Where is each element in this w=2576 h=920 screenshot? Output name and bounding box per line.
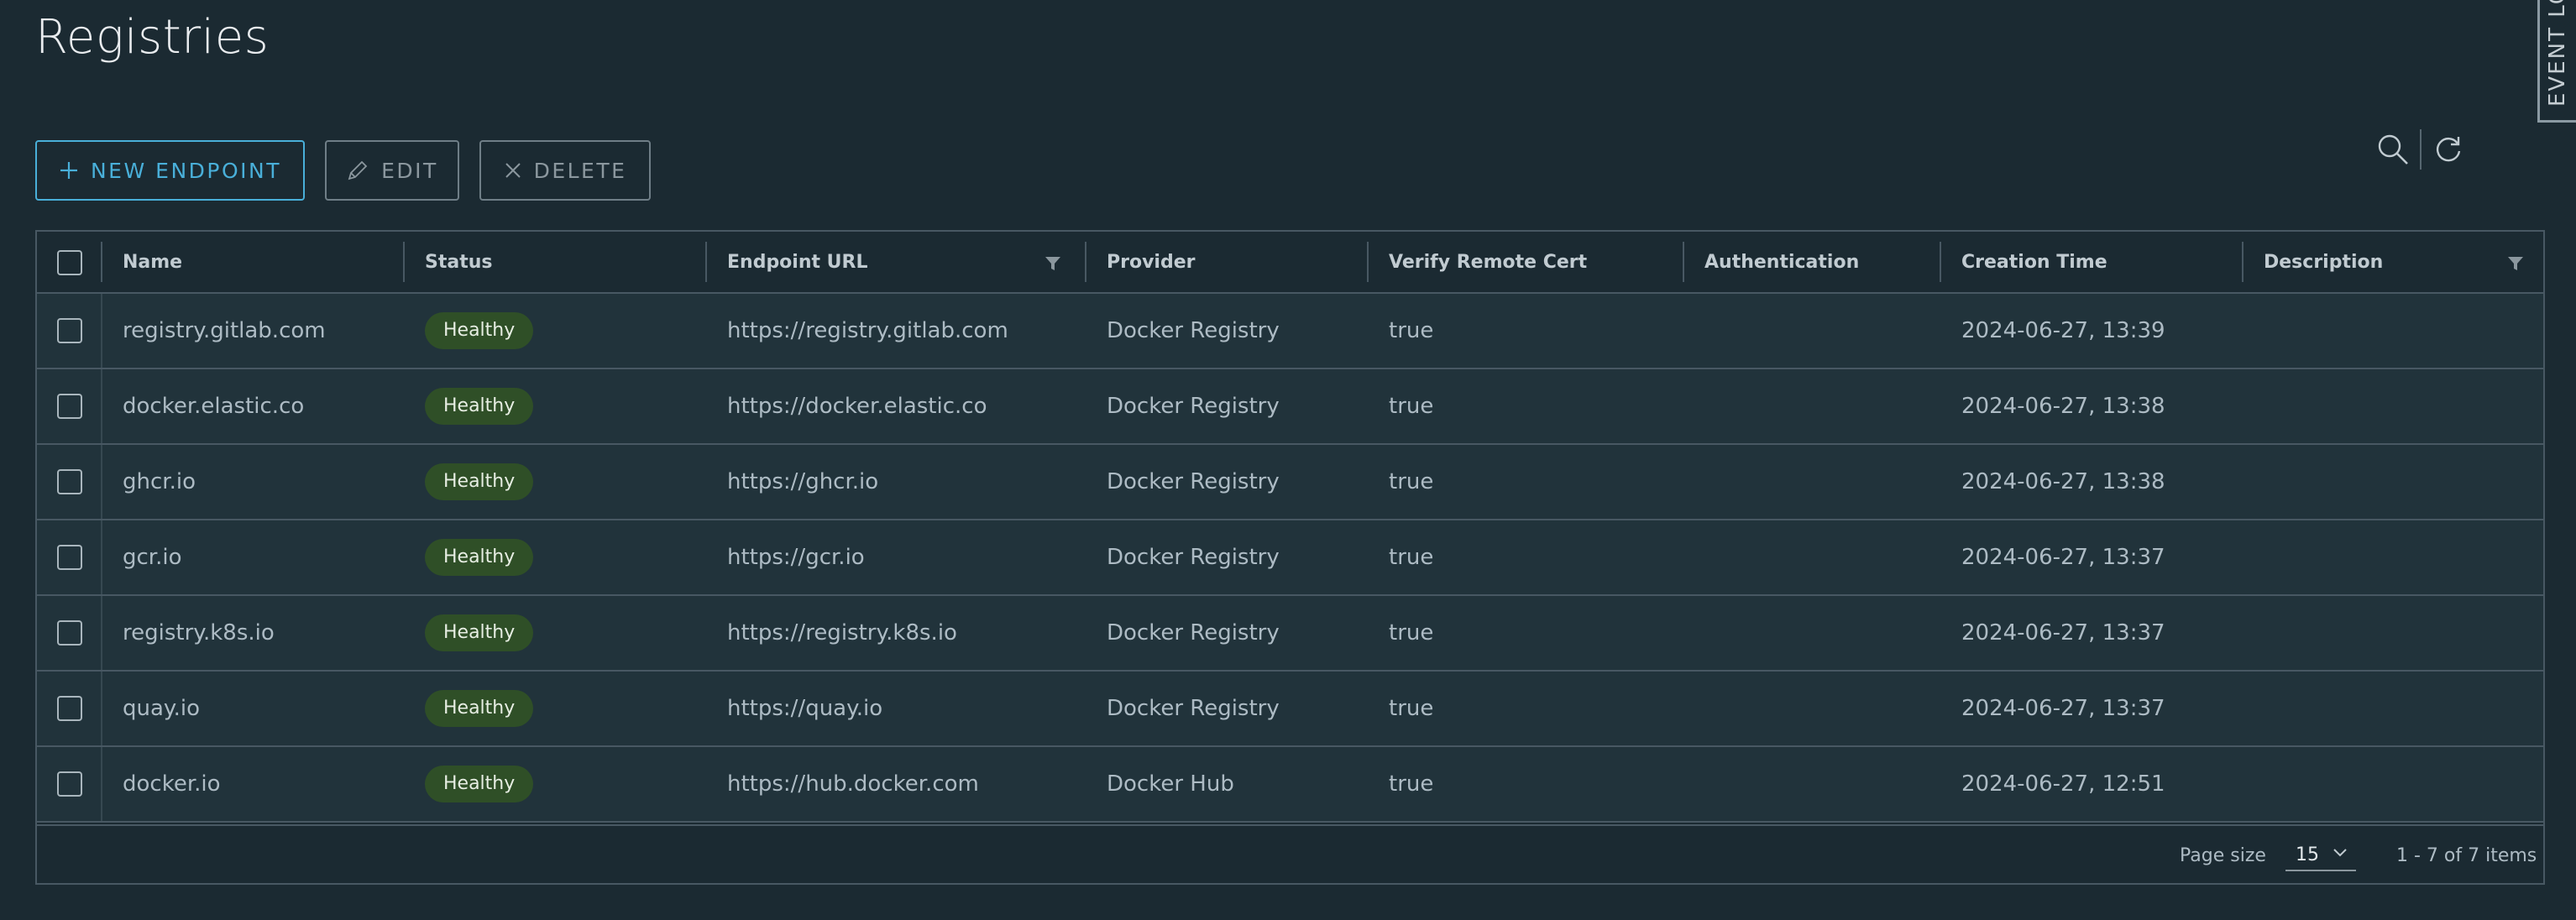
status-badge: Healthy: [425, 312, 534, 349]
row-checkbox[interactable]: [57, 771, 82, 797]
status-badge: Healthy: [425, 766, 534, 802]
close-icon: [505, 163, 521, 178]
cell-url: https://registry.gitlab.com: [727, 318, 1008, 343]
cell-verify: true: [1389, 545, 1434, 570]
table-row[interactable]: docker.elastic.co Healthy https://docker…: [37, 369, 2543, 445]
row-checkbox[interactable]: [57, 696, 82, 721]
cell-provider: Docker Registry: [1107, 696, 1280, 721]
filter-icon[interactable]: [2507, 255, 2524, 272]
col-endpoint-url[interactable]: Endpoint URL: [727, 232, 868, 292]
col-name[interactable]: Name: [123, 232, 182, 292]
table-row[interactable]: ghcr.io Healthy https://ghcr.io Docker R…: [37, 445, 2543, 520]
table-footer: Page size 15 1 - 7 of 7 items: [37, 824, 2543, 885]
page-size-value: 15: [2296, 844, 2319, 865]
col-creation-time[interactable]: Creation Time: [1961, 232, 2107, 292]
cell-name: quay.io: [123, 696, 200, 721]
status-badge: Healthy: [425, 388, 534, 425]
status-badge: Healthy: [425, 690, 534, 727]
cell-name: docker.io: [123, 771, 221, 797]
status-badge: Healthy: [425, 539, 534, 576]
registries-table: Name Status Endpoint URL Provider Verify…: [35, 230, 2545, 885]
search-icon[interactable]: [2376, 133, 2410, 166]
page-size-select[interactable]: 15: [2285, 839, 2356, 871]
pagination-range: 1 - 7 of 7 items: [2396, 844, 2537, 866]
col-description[interactable]: Description: [2264, 232, 2383, 292]
pencil-icon: [348, 160, 368, 180]
table-row[interactable]: docker.io Healthy https://hub.docker.com…: [37, 747, 2543, 823]
cell-created: 2024-06-27, 13:37: [1961, 696, 2165, 721]
cell-name: gcr.io: [123, 545, 182, 570]
cell-url: https://hub.docker.com: [727, 771, 979, 797]
page-title: Registries: [35, 10, 270, 65]
col-authentication[interactable]: Authentication: [1704, 232, 1859, 292]
cell-verify: true: [1389, 469, 1434, 494]
event-log-tab[interactable]: EVENT LOG: [2537, 0, 2576, 123]
select-all-checkbox[interactable]: [57, 250, 82, 275]
table-header: Name Status Endpoint URL Provider Verify…: [37, 232, 2543, 294]
cell-provider: Docker Registry: [1107, 545, 1280, 570]
cell-created: 2024-06-27, 12:51: [1961, 771, 2165, 797]
cell-url: https://gcr.io: [727, 545, 865, 570]
cell-created: 2024-06-27, 13:38: [1961, 394, 2165, 419]
table-row[interactable]: registry.gitlab.com Healthy https://regi…: [37, 294, 2543, 369]
cell-provider: Docker Registry: [1107, 620, 1280, 646]
cell-provider: Docker Registry: [1107, 318, 1280, 343]
refresh-icon[interactable]: [2433, 134, 2463, 165]
row-checkbox[interactable]: [57, 394, 82, 419]
plus-icon: [60, 162, 77, 179]
new-endpoint-label: NEW ENDPOINT: [90, 158, 281, 183]
table-row[interactable]: registry.k8s.io Healthy https://registry…: [37, 596, 2543, 672]
col-status[interactable]: Status: [425, 232, 492, 292]
status-badge: Healthy: [425, 614, 534, 651]
cell-created: 2024-06-27, 13:37: [1961, 620, 2165, 646]
event-log-label: EVENT LOG: [2545, 0, 2570, 107]
cell-name: registry.k8s.io: [123, 620, 275, 646]
edit-label: EDIT: [381, 158, 438, 183]
cell-provider: Docker Hub: [1107, 771, 1234, 797]
cell-name: docker.elastic.co: [123, 394, 305, 419]
delete-label: DELETE: [533, 158, 627, 183]
col-provider[interactable]: Provider: [1107, 232, 1196, 292]
cell-verify: true: [1389, 394, 1434, 419]
cell-verify: true: [1389, 696, 1434, 721]
cell-verify: true: [1389, 620, 1434, 646]
edit-button[interactable]: EDIT: [325, 140, 459, 201]
row-checkbox[interactable]: [57, 620, 82, 646]
col-verify-remote-cert[interactable]: Verify Remote Cert: [1389, 232, 1587, 292]
cell-created: 2024-06-27, 13:37: [1961, 545, 2165, 570]
new-endpoint-button[interactable]: NEW ENDPOINT: [35, 140, 305, 201]
cell-url: https://ghcr.io: [727, 469, 879, 494]
cell-provider: Docker Registry: [1107, 394, 1280, 419]
cell-url: https://quay.io: [727, 696, 883, 721]
table-row[interactable]: gcr.io Healthy https://gcr.io Docker Reg…: [37, 520, 2543, 596]
cell-url: https://registry.k8s.io: [727, 620, 957, 646]
row-checkbox[interactable]: [57, 545, 82, 570]
chevron-down-icon: [2333, 849, 2347, 857]
filter-icon[interactable]: [1045, 255, 1061, 272]
cell-url: https://docker.elastic.co: [727, 394, 987, 419]
cell-verify: true: [1389, 771, 1434, 797]
cell-created: 2024-06-27, 13:39: [1961, 318, 2165, 343]
status-badge: Healthy: [425, 463, 534, 500]
row-checkbox[interactable]: [57, 318, 82, 343]
page-size-label: Page size: [2180, 844, 2266, 866]
table-row[interactable]: quay.io Healthy https://quay.io Docker R…: [37, 672, 2543, 747]
cell-verify: true: [1389, 318, 1434, 343]
row-checkbox[interactable]: [57, 469, 82, 494]
cell-provider: Docker Registry: [1107, 469, 1280, 494]
cell-name: registry.gitlab.com: [123, 318, 326, 343]
cell-name: ghcr.io: [123, 469, 196, 494]
delete-button[interactable]: DELETE: [479, 140, 651, 201]
cell-created: 2024-06-27, 13:38: [1961, 469, 2165, 494]
